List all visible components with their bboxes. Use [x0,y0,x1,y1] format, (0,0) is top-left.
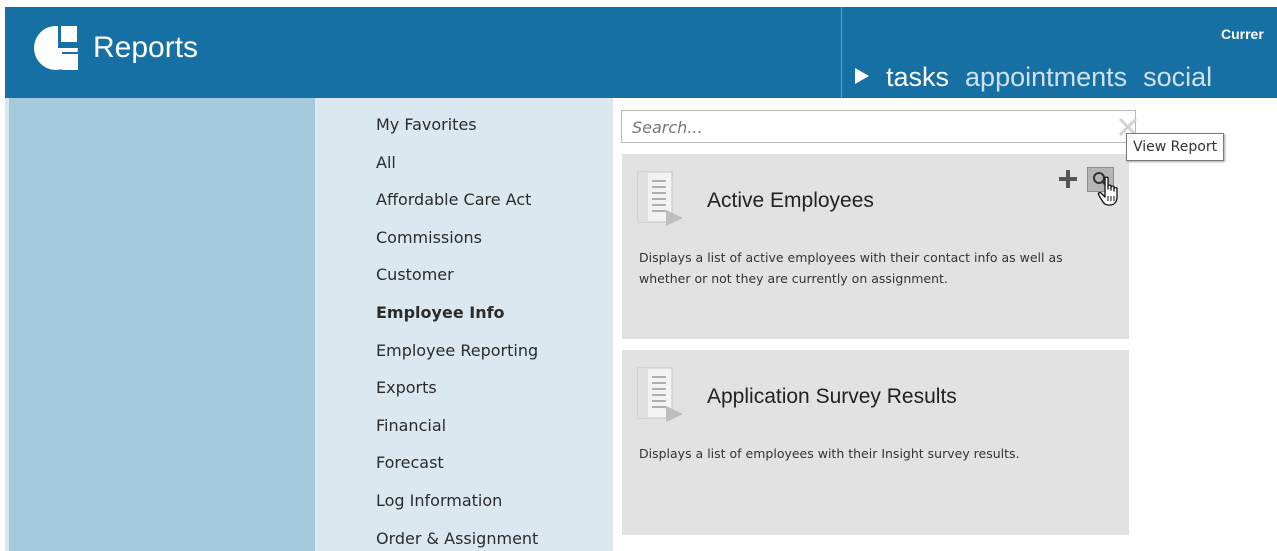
category-financial[interactable]: Financial [376,415,538,453]
report-title: Application Survey Results [707,385,957,408]
play-icon [855,68,869,84]
top-nav: tasks appointments social [855,62,1228,93]
header-divider [841,7,842,98]
plus-icon[interactable] [1057,168,1079,190]
category-list: My Favorites All Affordable Care Act Com… [376,114,538,551]
category-exports[interactable]: Exports [376,377,538,415]
report-title: Active Employees [707,189,874,212]
app-title: Reports [93,31,199,64]
current-label[interactable]: Currer [1221,26,1264,42]
category-panel: My Favorites All Affordable Care Act Com… [315,98,613,551]
search-input[interactable] [632,116,1102,138]
nav-appointments[interactable]: appointments [965,62,1127,93]
document-icon [637,367,683,422]
search-box [621,110,1138,143]
report-description: Displays a list of active employees with… [639,250,1063,286]
app-window: Reports Currer tasks appointments social… [5,7,1277,551]
left-panel [9,98,315,551]
report-description: Displays a list of employees with their … [639,446,1020,461]
category-affordable-care-act[interactable]: Affordable Care Act [376,189,538,227]
category-employee-reporting[interactable]: Employee Reporting [376,340,538,378]
report-card[interactable]: Active Employees Displays a list of acti… [622,154,1129,339]
report-area: Active Employees Displays a list of acti… [613,98,1277,551]
category-commissions[interactable]: Commissions [376,227,538,265]
category-all[interactable]: All [376,152,538,190]
category-order-assignment[interactable]: Order & Assignment [376,528,538,551]
category-forecast[interactable]: Forecast [376,452,538,490]
nav-social[interactable]: social [1143,62,1212,93]
view-report-tooltip: View Report [1126,133,1225,161]
app-header: Reports Currer tasks appointments social [5,7,1277,98]
hand-cursor-icon [1097,176,1118,206]
category-employee-info[interactable]: Employee Info [376,302,538,340]
category-log-information[interactable]: Log Information [376,490,538,528]
reports-logo-icon[interactable] [32,24,80,72]
report-card[interactable]: Application Survey Results Displays a li… [622,350,1129,535]
category-customer[interactable]: Customer [376,264,538,302]
category-my-favorites[interactable]: My Favorites [376,114,538,152]
document-icon [637,171,683,226]
nav-tasks[interactable]: tasks [886,62,949,93]
